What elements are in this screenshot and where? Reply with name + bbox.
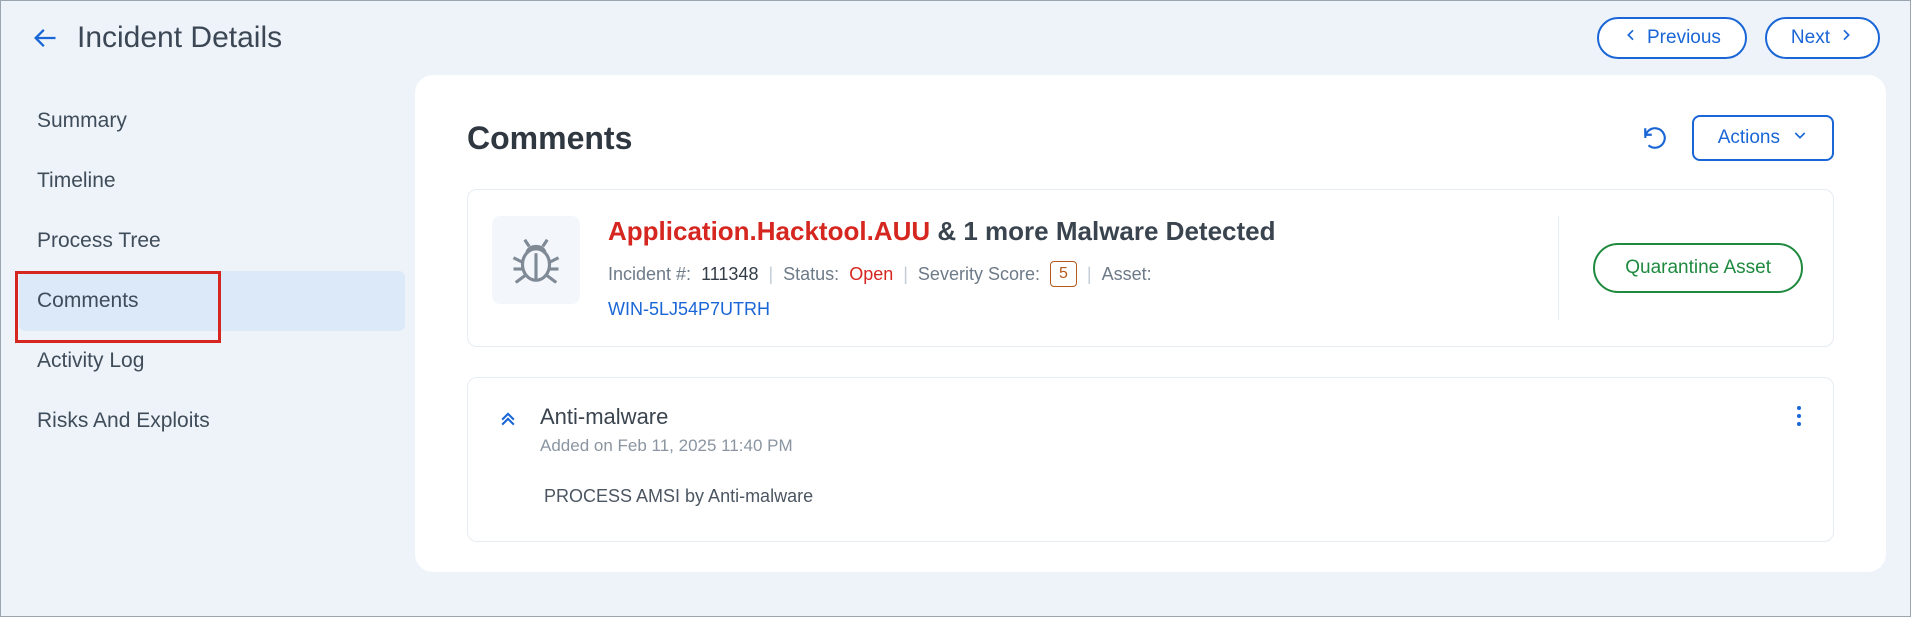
chevron-right-icon bbox=[1838, 27, 1854, 49]
comment-header: Anti-malware Added on Feb 11, 2025 11:40… bbox=[498, 404, 1803, 456]
status-label: Status: bbox=[783, 264, 839, 285]
sidebar-item-timeline[interactable]: Timeline bbox=[19, 151, 405, 211]
comment-title: Anti-malware bbox=[540, 404, 793, 430]
refresh-icon[interactable] bbox=[1642, 125, 1668, 151]
comment-headings: Anti-malware Added on Feb 11, 2025 11:40… bbox=[540, 404, 793, 456]
incident-heading: Application.Hacktool.AUU & 1 more Malwar… bbox=[608, 216, 1538, 247]
incident-card: Application.Hacktool.AUU & 1 more Malwar… bbox=[467, 189, 1834, 347]
chevron-down-icon bbox=[1792, 127, 1808, 149]
main-title: Comments bbox=[467, 120, 632, 157]
quarantine-button[interactable]: Quarantine Asset bbox=[1593, 243, 1803, 293]
back-arrow-icon[interactable] bbox=[31, 24, 59, 52]
asset-link[interactable]: WIN-5LJ54P7UTRH bbox=[608, 299, 770, 320]
main-header: Comments Actions bbox=[467, 115, 1834, 161]
sidebar-item-comments[interactable]: Comments bbox=[19, 271, 405, 331]
previous-button[interactable]: Previous bbox=[1597, 17, 1747, 59]
next-button[interactable]: Next bbox=[1765, 17, 1880, 59]
malware-name: Application.Hacktool.AUU bbox=[608, 216, 930, 246]
actions-button[interactable]: Actions bbox=[1692, 115, 1834, 161]
chevron-left-icon bbox=[1623, 27, 1639, 49]
sidebar-item-risks-exploits[interactable]: Risks And Exploits bbox=[19, 391, 405, 451]
sidebar-item-summary[interactable]: Summary bbox=[19, 91, 405, 151]
main-header-right: Actions bbox=[1642, 115, 1834, 161]
comment-card: Anti-malware Added on Feb 11, 2025 11:40… bbox=[467, 377, 1834, 542]
next-label: Next bbox=[1791, 27, 1830, 49]
sidebar-item-process-tree[interactable]: Process Tree bbox=[19, 211, 405, 271]
bug-icon bbox=[492, 216, 580, 304]
comment-body: PROCESS AMSI by Anti-malware bbox=[544, 486, 1803, 507]
collapse-icon[interactable] bbox=[498, 408, 518, 428]
quarantine-column: Quarantine Asset bbox=[1558, 216, 1803, 320]
asset-label: Asset: bbox=[1102, 264, 1152, 285]
incident-number-label: Incident #: bbox=[608, 264, 691, 285]
severity-badge: 5 bbox=[1050, 261, 1077, 287]
actions-label: Actions bbox=[1718, 127, 1780, 149]
separator: | bbox=[1087, 264, 1092, 285]
incident-body: Application.Hacktool.AUU & 1 more Malwar… bbox=[608, 216, 1538, 320]
status-value: Open bbox=[849, 264, 893, 285]
comment-subtitle: Added on Feb 11, 2025 11:40 PM bbox=[540, 436, 793, 456]
sidebar-item-activity-log[interactable]: Activity Log bbox=[19, 331, 405, 391]
incident-meta: Incident #: 111348 | Status: Open | Seve… bbox=[608, 261, 1538, 287]
separator: | bbox=[768, 264, 773, 285]
page-header: Incident Details Previous Next bbox=[1, 1, 1910, 69]
header-right: Previous Next bbox=[1597, 17, 1880, 59]
incident-number-value: 111348 bbox=[701, 264, 758, 285]
heading-suffix: & 1 more Malware Detected bbox=[930, 216, 1275, 246]
sidebar: Summary Timeline Process Tree Comments A… bbox=[19, 69, 405, 451]
previous-label: Previous bbox=[1647, 27, 1721, 49]
main-panel: Comments Actions bbox=[415, 75, 1886, 572]
page-title: Incident Details bbox=[77, 21, 282, 55]
severity-label: Severity Score: bbox=[918, 264, 1040, 285]
layout: Summary Timeline Process Tree Comments A… bbox=[1, 69, 1910, 572]
kebab-icon[interactable] bbox=[1795, 404, 1803, 433]
header-left: Incident Details bbox=[31, 21, 282, 55]
separator: | bbox=[903, 264, 908, 285]
